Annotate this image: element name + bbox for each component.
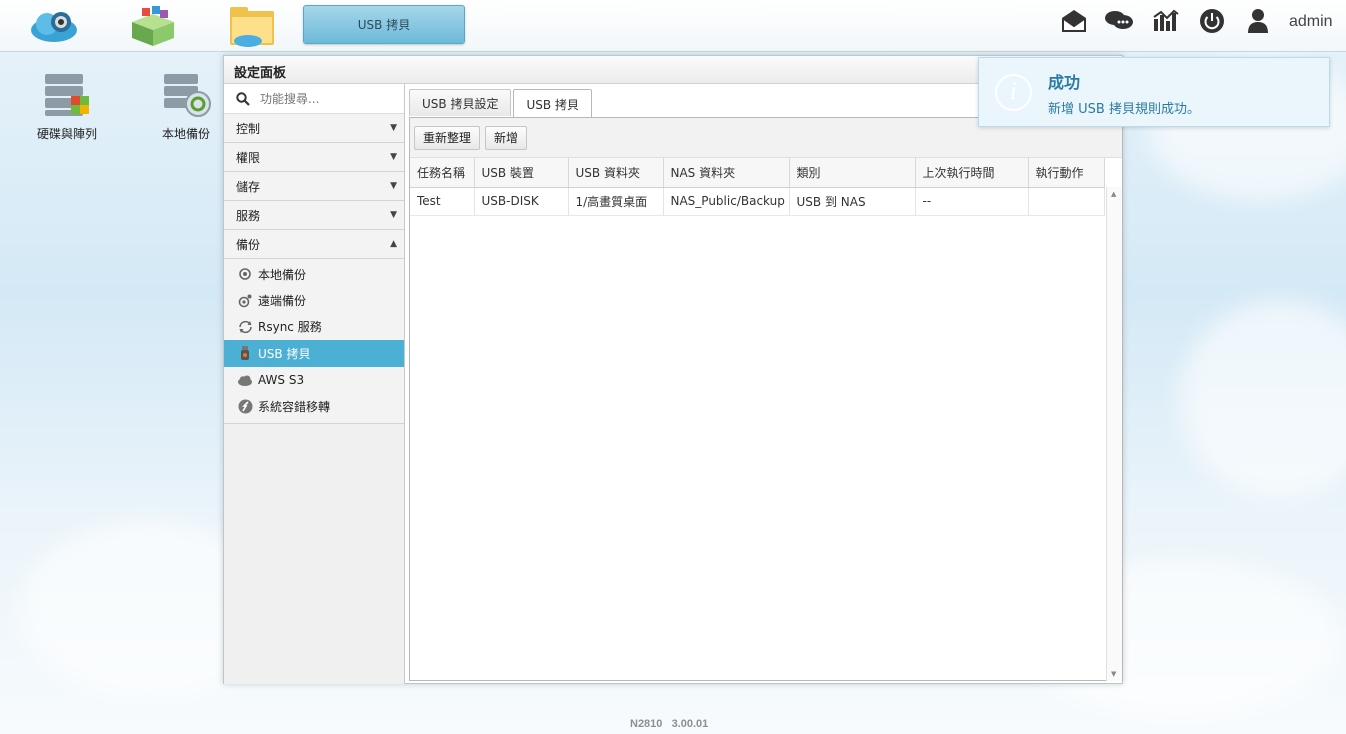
tab-bar: USB 拷貝設定 USB 拷貝 <box>409 89 594 118</box>
search-icon <box>236 91 250 106</box>
table-header-row: 任務名稱 USB 裝置 USB 資料夾 NAS 資料夾 類別 上次執行時間 執行… <box>410 158 1105 188</box>
sidebar-item-failover[interactable]: 系統容錯移轉 <box>224 393 404 419</box>
sidebar-item-usb-copy[interactable]: USB 拷貝 <box>224 340 404 367</box>
power-icon[interactable] <box>1197 6 1227 36</box>
tab-usb-copy-settings[interactable]: USB 拷貝設定 <box>409 89 512 116</box>
username-label[interactable]: admin <box>1289 13 1333 31</box>
vertical-scrollbar[interactable]: ▲ ▼ <box>1106 187 1122 681</box>
add-button[interactable]: 新增 <box>485 125 528 150</box>
task-label: USB 拷貝 <box>357 18 411 32</box>
chevron-down-icon: ▼ <box>390 123 397 133</box>
chevron-up-icon: ▲ <box>390 239 397 249</box>
success-notification[interactable]: i 成功 新增 USB 拷貝規則成功。 <box>978 57 1330 127</box>
tab-content: 重新整理 新增 任務名稱 USB 裝置 USB 資料夾 NAS 資料夾 類別 上… <box>409 117 1123 681</box>
search-input[interactable] <box>260 91 390 106</box>
sidebar-item-rsync[interactable]: Rsync 服務 <box>224 314 404 340</box>
desktop-icon-label: 硬碟與陣列 <box>36 127 97 141</box>
category-label: 儲存 <box>236 179 261 194</box>
sidebar-category-privilege[interactable]: 權限 ▼ <box>224 143 404 172</box>
table-cell: USB-DISK <box>474 187 569 216</box>
model-label: N2810 <box>630 718 663 730</box>
taskbar: USB 拷貝 admin <box>0 0 1346 52</box>
user-icon[interactable] <box>1243 6 1273 36</box>
usb-copy-table: 任務名稱 USB 裝置 USB 資料夾 NAS 資料夾 類別 上次執行時間 執行… <box>410 158 1105 216</box>
category-label: 備份 <box>236 237 261 252</box>
cloud-app-icon[interactable] <box>28 4 80 48</box>
table-cell: -- <box>915 187 1029 216</box>
sidebar-item-label: Rsync 服務 <box>258 320 322 335</box>
search-box[interactable] <box>224 84 404 114</box>
settings-panel-window: 設定面板 控制▼ 權限▼ 儲存▼ 服務▼ 備份▲ 本地備份 遠端備份 Rsync… <box>223 55 1123 684</box>
sidebar-item-label: 遠端備份 <box>258 294 307 309</box>
sidebar-item-label: 系統容錯移轉 <box>258 399 331 414</box>
background-cloud <box>1180 300 1346 500</box>
notification-message: 新增 USB 拷貝規則成功。 <box>1048 102 1200 117</box>
chevron-down-icon: ▼ <box>390 181 397 191</box>
system-monitor-icon[interactable] <box>1151 6 1181 36</box>
column-header-nas-folder[interactable]: NAS 資料夾 <box>663 158 790 188</box>
rsync-icon <box>236 320 254 334</box>
sidebar-item-label: 本地備份 <box>258 267 307 282</box>
desktop-icon-disk-array[interactable]: 硬碟與陣列 <box>22 72 112 142</box>
tab-usb-copy[interactable]: USB 拷貝 <box>513 89 592 118</box>
scroll-up-icon[interactable]: ▲ <box>1111 190 1116 198</box>
local-backup-icon <box>236 267 254 281</box>
chat-icon[interactable] <box>1104 6 1134 36</box>
backup-submenu: 本地備份 遠端備份 Rsync 服務 USB 拷貝 AWS S3 系統容錯移轉 <box>224 259 404 425</box>
desktop-icon-label: 本地備份 <box>161 127 210 141</box>
notification-title: 成功 <box>1048 73 1081 92</box>
sidebar-item-local-backup[interactable]: 本地備份 <box>224 261 404 287</box>
chevron-down-icon: ▼ <box>390 152 397 162</box>
app-center-icon[interactable] <box>127 4 179 48</box>
firmware-version: 3.00.01 <box>671 718 709 730</box>
table-cell <box>1028 187 1105 216</box>
usb-icon <box>236 346 254 361</box>
cloud-icon <box>236 374 254 386</box>
category-label: 權限 <box>236 150 261 165</box>
info-icon: i <box>995 74 1032 111</box>
version-label: N2810 3.00.01 <box>630 718 708 730</box>
tab-label: USB 拷貝設定 <box>422 96 499 111</box>
column-header-usb-folder[interactable]: USB 資料夾 <box>568 158 664 188</box>
content-area: USB 拷貝設定 USB 拷貝 重新整理 新增 任務名稱 USB 裝置 USB … <box>409 89 1123 681</box>
sidebar-item-label: AWS S3 <box>258 372 305 387</box>
column-header-usb-device[interactable]: USB 裝置 <box>474 158 569 188</box>
failover-icon <box>236 399 254 414</box>
scroll-down-icon[interactable]: ▼ <box>1111 670 1116 678</box>
sidebar-item-remote-backup[interactable]: 遠端備份 <box>224 287 404 313</box>
table-cell: USB 到 NAS <box>789 187 916 216</box>
file-manager-icon[interactable] <box>226 4 278 48</box>
table-row[interactable]: Test USB-DISK 1/高畫質桌面 NAS_Public/Backup … <box>410 187 1105 216</box>
column-header-action[interactable]: 執行動作 <box>1028 158 1105 188</box>
local-backup-icon <box>164 74 211 117</box>
column-header-type[interactable]: 類別 <box>789 158 916 188</box>
disk-array-icon <box>45 74 89 116</box>
chevron-down-icon: ▼ <box>390 210 397 220</box>
category-label: 服務 <box>236 208 261 223</box>
column-header-last-run[interactable]: 上次執行時間 <box>915 158 1029 188</box>
sidebar-category-control[interactable]: 控制 ▼ <box>224 114 404 143</box>
sidebar-category-services[interactable]: 服務 ▼ <box>224 201 404 230</box>
sidebar-item-aws-s3[interactable]: AWS S3 <box>224 367 404 393</box>
sidebar-category-backup[interactable]: 備份 ▲ <box>224 230 404 259</box>
table-cell: NAS_Public/Backup <box>663 187 790 216</box>
remote-backup-icon <box>236 294 254 308</box>
tab-label: USB 拷貝 <box>526 97 579 112</box>
table-cell: 1/高畫質桌面 <box>568 187 664 216</box>
sidebar-item-label: USB 拷貝 <box>258 346 311 361</box>
sidebar-category-storage[interactable]: 儲存 ▼ <box>224 172 404 201</box>
sidebar: 控制 ▼ 權限 ▼ 儲存 ▼ 服務 ▼ 備份 ▲ 本地備份 遠端備份 Rsync 服務 U… <box>224 84 405 684</box>
mail-icon[interactable] <box>1059 6 1089 36</box>
column-header-task-name[interactable]: 任務名稱 <box>410 158 475 188</box>
task-usb-copy-button[interactable]: USB 拷貝 <box>303 5 465 44</box>
category-label: 控制 <box>236 121 261 136</box>
desktop-icon-local-backup[interactable]: 本地備份 <box>141 72 231 142</box>
refresh-button[interactable]: 重新整理 <box>414 125 481 150</box>
table-cell: Test <box>410 187 475 216</box>
